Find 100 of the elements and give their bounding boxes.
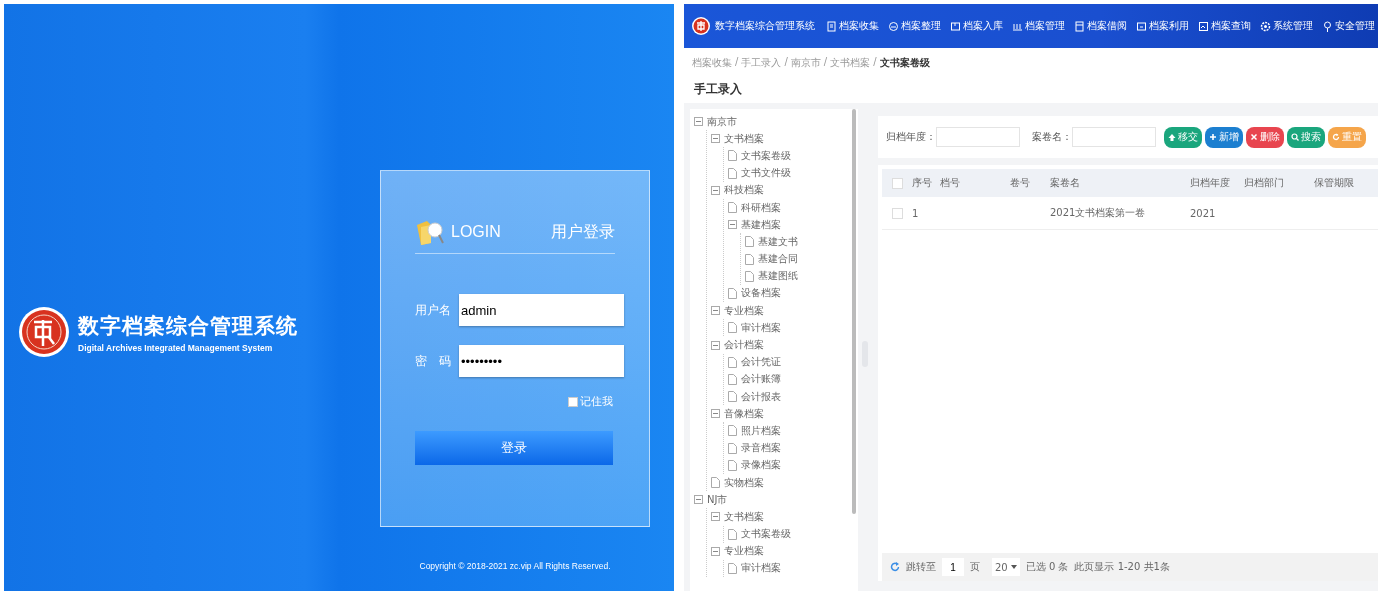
username-label: 用户名 bbox=[415, 301, 451, 319]
table-cell-text: 2021 bbox=[1190, 207, 1217, 219]
action-button[interactable]: 删除 bbox=[1246, 126, 1284, 148]
nav-item[interactable]: 档案查询 bbox=[1198, 19, 1251, 33]
tree-item[interactable]: 基建合同 bbox=[758, 252, 798, 267]
breadcrumb-separator: / bbox=[735, 56, 739, 69]
tree-item[interactable]: 照片档案 bbox=[741, 423, 781, 438]
file-icon bbox=[728, 459, 737, 471]
collapse-toggle[interactable] bbox=[728, 220, 737, 230]
file-icon bbox=[728, 167, 737, 179]
action-button[interactable]: 新增 bbox=[1205, 126, 1243, 148]
tree-item[interactable]: 文书档案 bbox=[724, 509, 764, 524]
tree-item[interactable]: 文书文件级 bbox=[741, 166, 791, 181]
refresh-icon bbox=[1332, 133, 1340, 141]
nav-item[interactable]: 档案利用 bbox=[1136, 19, 1189, 33]
password-label: 密 码 bbox=[415, 352, 451, 370]
nav-item[interactable]: 安全管理 bbox=[1322, 19, 1375, 33]
nav-item[interactable]: 档案收集 bbox=[826, 19, 879, 33]
tree-item[interactable]: 会计凭证 bbox=[741, 355, 781, 370]
column-header: 归档部门 bbox=[1244, 176, 1285, 190]
collapse-toggle[interactable] bbox=[711, 306, 720, 316]
tree-item[interactable]: 科研档案 bbox=[741, 200, 781, 215]
collapse-toggle[interactable] bbox=[711, 340, 720, 350]
filter-label: 归档年度： bbox=[886, 130, 936, 144]
login-button[interactable]: 登录 bbox=[415, 431, 613, 465]
seal-logo-icon bbox=[18, 306, 70, 358]
nav-item[interactable]: 档案管理 bbox=[1012, 19, 1065, 33]
tree-item[interactable]: 设备档案 bbox=[741, 286, 781, 301]
filter-field[interactable] bbox=[936, 127, 1020, 147]
tree-item[interactable]: 文书案卷级 bbox=[741, 527, 791, 542]
disc-icon bbox=[888, 20, 899, 32]
tree-item[interactable]: 审计档案 bbox=[741, 561, 781, 576]
collapse-toggle[interactable] bbox=[711, 546, 720, 556]
copyright-text: Copyright © 2018-2021 zc.vip All Rights Reserved. bbox=[418, 561, 612, 571]
collapse-toggle[interactable] bbox=[711, 409, 720, 419]
collapse-toggle[interactable] bbox=[711, 134, 720, 144]
document-icon bbox=[826, 20, 837, 32]
tree-item[interactable]: NJ市 bbox=[707, 492, 728, 507]
tree-item[interactable]: 会计账簿 bbox=[741, 372, 781, 387]
tree-item[interactable]: 文书案卷级 bbox=[741, 148, 791, 163]
column-header: 归档年度 bbox=[1190, 176, 1231, 190]
filter-field[interactable] bbox=[1072, 127, 1156, 147]
tree-item[interactable]: 科技档案 bbox=[724, 183, 764, 198]
nav-item[interactable]: 档案借阅 bbox=[1074, 19, 1127, 33]
file-icon bbox=[728, 373, 737, 385]
up-arrow-icon bbox=[1168, 133, 1176, 141]
search-icon bbox=[1291, 133, 1299, 141]
file-icon bbox=[728, 287, 737, 299]
select-all-checkbox[interactable] bbox=[892, 177, 903, 189]
row-checkbox[interactable] bbox=[892, 207, 903, 219]
file-icon bbox=[728, 202, 737, 214]
tree-item[interactable]: 文书档案 bbox=[724, 131, 764, 146]
table-row[interactable]: 1 2021文书档案第一卷 2021 bbox=[882, 197, 1378, 230]
file-icon bbox=[728, 356, 737, 368]
page-number-field[interactable]: 1 bbox=[942, 558, 964, 576]
collapse-toggle[interactable] bbox=[694, 495, 703, 505]
tree-item[interactable]: 会计档案 bbox=[724, 338, 764, 353]
file-icon bbox=[745, 253, 754, 265]
file-icon bbox=[728, 562, 737, 574]
tree-item[interactable]: 实物档案 bbox=[724, 475, 764, 490]
file-icon bbox=[728, 528, 737, 540]
login-heading: 用户登录 bbox=[551, 221, 615, 243]
scrollbar-thumb[interactable] bbox=[852, 109, 856, 514]
tree-item[interactable]: 基建档案 bbox=[741, 217, 781, 232]
key-icon bbox=[1322, 20, 1333, 32]
tree-item[interactable]: 南京市 bbox=[707, 114, 737, 129]
file-icon bbox=[728, 391, 737, 403]
collapse-toggle[interactable] bbox=[694, 117, 703, 127]
page-title: 手工录入 bbox=[693, 81, 743, 98]
tree-item[interactable]: 专业档案 bbox=[724, 303, 764, 318]
nav-item[interactable]: 档案整理 bbox=[888, 19, 941, 33]
file-icon bbox=[728, 442, 737, 454]
file-icon bbox=[711, 477, 720, 489]
tree-item[interactable]: 录音档案 bbox=[741, 441, 781, 456]
filter-label: 案卷名： bbox=[1032, 130, 1072, 144]
file-icon bbox=[728, 425, 737, 437]
tree-item[interactable]: 会计报表 bbox=[741, 389, 781, 404]
tree-item[interactable]: 基建文书 bbox=[758, 234, 798, 249]
nav-item[interactable]: 系统管理 bbox=[1260, 19, 1313, 33]
remember-checkbox[interactable] bbox=[568, 396, 578, 407]
plus-icon bbox=[1209, 133, 1217, 141]
tree-item[interactable]: 基建图纸 bbox=[758, 269, 798, 284]
tree-item[interactable]: 专业档案 bbox=[724, 544, 764, 559]
file-icon bbox=[728, 150, 737, 162]
column-header: 档号 bbox=[940, 176, 961, 190]
column-header: 案卷名 bbox=[1050, 176, 1081, 190]
nav-item[interactable]: 档案入库 bbox=[950, 19, 1003, 33]
username-field[interactable]: admin bbox=[459, 294, 624, 326]
tree-item[interactable]: 音像档案 bbox=[724, 406, 764, 421]
collapse-toggle[interactable] bbox=[711, 185, 720, 195]
system-subtitle: Digital Archives Integrated Management System bbox=[78, 342, 274, 353]
page-size-select[interactable]: 20 bbox=[992, 558, 1020, 576]
collapse-toggle[interactable] bbox=[711, 512, 720, 522]
caret-down-icon bbox=[1010, 565, 1017, 569]
file-icon bbox=[728, 322, 737, 334]
tree-item[interactable]: 录像档案 bbox=[741, 458, 781, 473]
tree-item[interactable]: 审计档案 bbox=[741, 320, 781, 335]
password-field[interactable]: ••••••••• bbox=[459, 345, 624, 377]
chart-icon bbox=[1198, 20, 1209, 32]
page-summary: 此页显示 1-20 共1条 bbox=[1074, 560, 1170, 574]
